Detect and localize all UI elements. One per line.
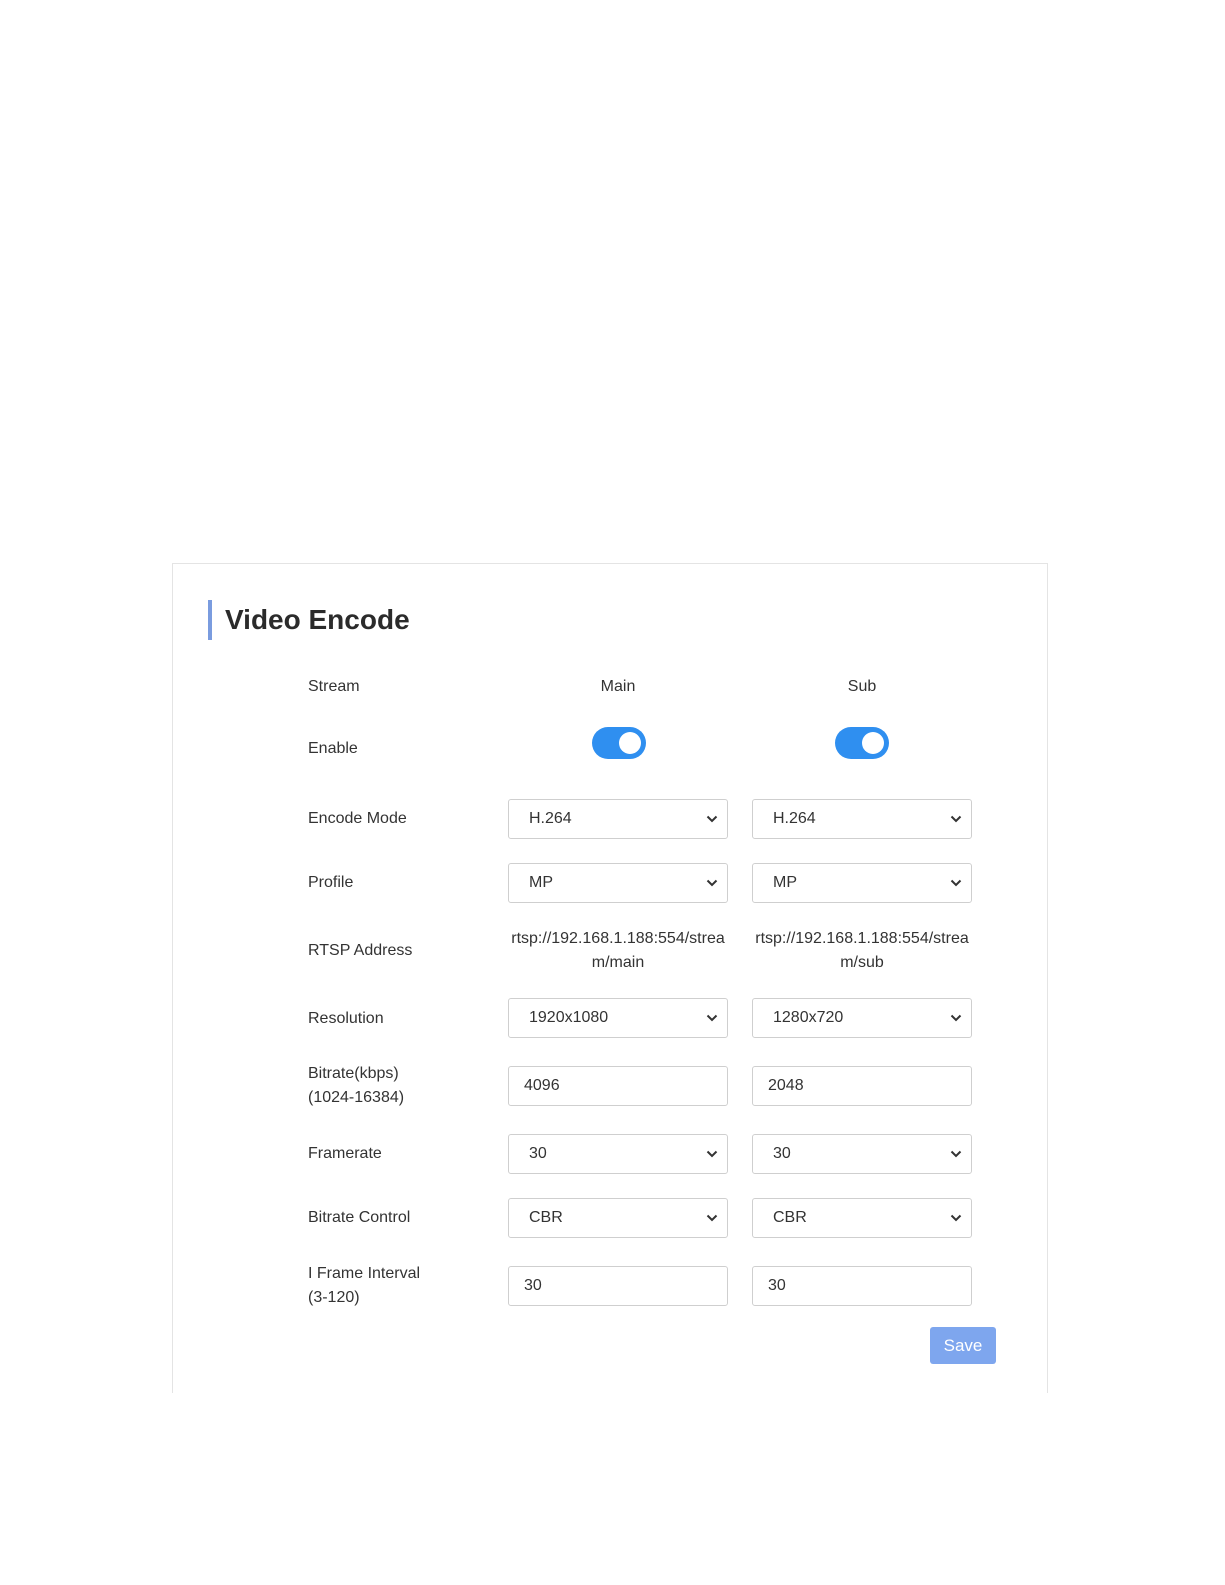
sub-encode-mode-select[interactable]: H.264 <box>752 799 972 839</box>
bitrate-control-label: Bitrate Control <box>308 1209 411 1226</box>
save-button[interactable]: Save <box>930 1327 996 1364</box>
sub-bitrate-value: 2048 <box>768 1077 804 1094</box>
main-resolution-value: 1920x1080 <box>529 1009 609 1026</box>
sub-resolution-value: 1280x720 <box>773 1009 844 1026</box>
encode-mode-label: Encode Mode <box>308 810 407 827</box>
sub-enable-toggle[interactable] <box>835 727 889 759</box>
sub-iframe-interval-value: 30 <box>768 1277 786 1294</box>
resolution-label: Resolution <box>308 1010 384 1027</box>
sub-resolution-select[interactable]: 1280x720 <box>752 998 972 1038</box>
main-profile-value: MP <box>529 874 553 891</box>
chevron-down-icon <box>706 1150 718 1158</box>
title-accent-bar <box>208 600 212 640</box>
chevron-down-icon <box>950 815 962 823</box>
main-resolution-select[interactable]: 1920x1080 <box>508 998 728 1038</box>
chevron-down-icon <box>950 879 962 887</box>
main-framerate-value: 30 <box>529 1145 547 1162</box>
rtsp-address-label: RTSP Address <box>308 942 413 959</box>
main-bitrate-value: 4096 <box>524 1077 560 1094</box>
sub-framerate-select[interactable]: 30 <box>752 1134 972 1174</box>
main-encode-mode-select[interactable]: H.264 <box>508 799 728 839</box>
main-stream-header: Main <box>600 678 636 695</box>
sub-bitrate-control-value: CBR <box>773 1209 807 1226</box>
iframe-label-line2: (3-120) <box>308 1289 360 1306</box>
toggle-knob <box>862 732 884 754</box>
sub-bitrate-input[interactable]: 2048 <box>752 1066 972 1106</box>
main-iframe-interval-value: 30 <box>524 1277 542 1294</box>
main-bitrate-control-select[interactable]: CBR <box>508 1198 728 1238</box>
sub-profile-select[interactable]: MP <box>752 863 972 903</box>
enable-label: Enable <box>308 740 358 757</box>
stream-label: Stream <box>308 678 360 695</box>
main-encode-mode-value: H.264 <box>529 810 572 827</box>
profile-label: Profile <box>308 874 354 891</box>
framerate-label: Framerate <box>308 1145 382 1162</box>
sub-profile-value: MP <box>773 874 797 891</box>
sub-rtsp-address: rtsp://192.168.1.188:554/stream/sub <box>755 930 969 971</box>
main-rtsp-address: rtsp://192.168.1.188:554/stream/main <box>511 930 725 971</box>
main-bitrate-control-value: CBR <box>529 1209 563 1226</box>
chevron-down-icon <box>706 1014 718 1022</box>
bitrate-label-line1: Bitrate(kbps) <box>308 1065 399 1082</box>
chevron-down-icon <box>706 815 718 823</box>
page-title: Video Encode <box>225 604 410 635</box>
iframe-label-line1: I Frame Interval <box>308 1265 421 1282</box>
main-iframe-interval-input[interactable]: 30 <box>508 1266 728 1306</box>
chevron-down-icon <box>706 879 718 887</box>
chevron-down-icon <box>950 1150 962 1158</box>
sub-encode-mode-value: H.264 <box>773 810 816 827</box>
sub-stream-header: Sub <box>847 678 877 695</box>
main-bitrate-input[interactable]: 4096 <box>508 1066 728 1106</box>
sub-bitrate-control-select[interactable]: CBR <box>752 1198 972 1238</box>
sub-iframe-interval-input[interactable]: 30 <box>752 1266 972 1306</box>
toggle-knob <box>619 732 641 754</box>
sub-framerate-value: 30 <box>773 1145 791 1162</box>
iframe-interval-label: I Frame Interval (3-120) <box>308 1262 420 1310</box>
bitrate-label: Bitrate(kbps) (1024-16384) <box>308 1062 404 1110</box>
chevron-down-icon <box>950 1014 962 1022</box>
chevron-down-icon <box>950 1214 962 1222</box>
main-profile-select[interactable]: MP <box>508 863 728 903</box>
main-enable-toggle[interactable] <box>592 727 646 759</box>
bitrate-label-line2: (1024-16384) <box>308 1089 405 1106</box>
main-framerate-select[interactable]: 30 <box>508 1134 728 1174</box>
chevron-down-icon <box>706 1214 718 1222</box>
